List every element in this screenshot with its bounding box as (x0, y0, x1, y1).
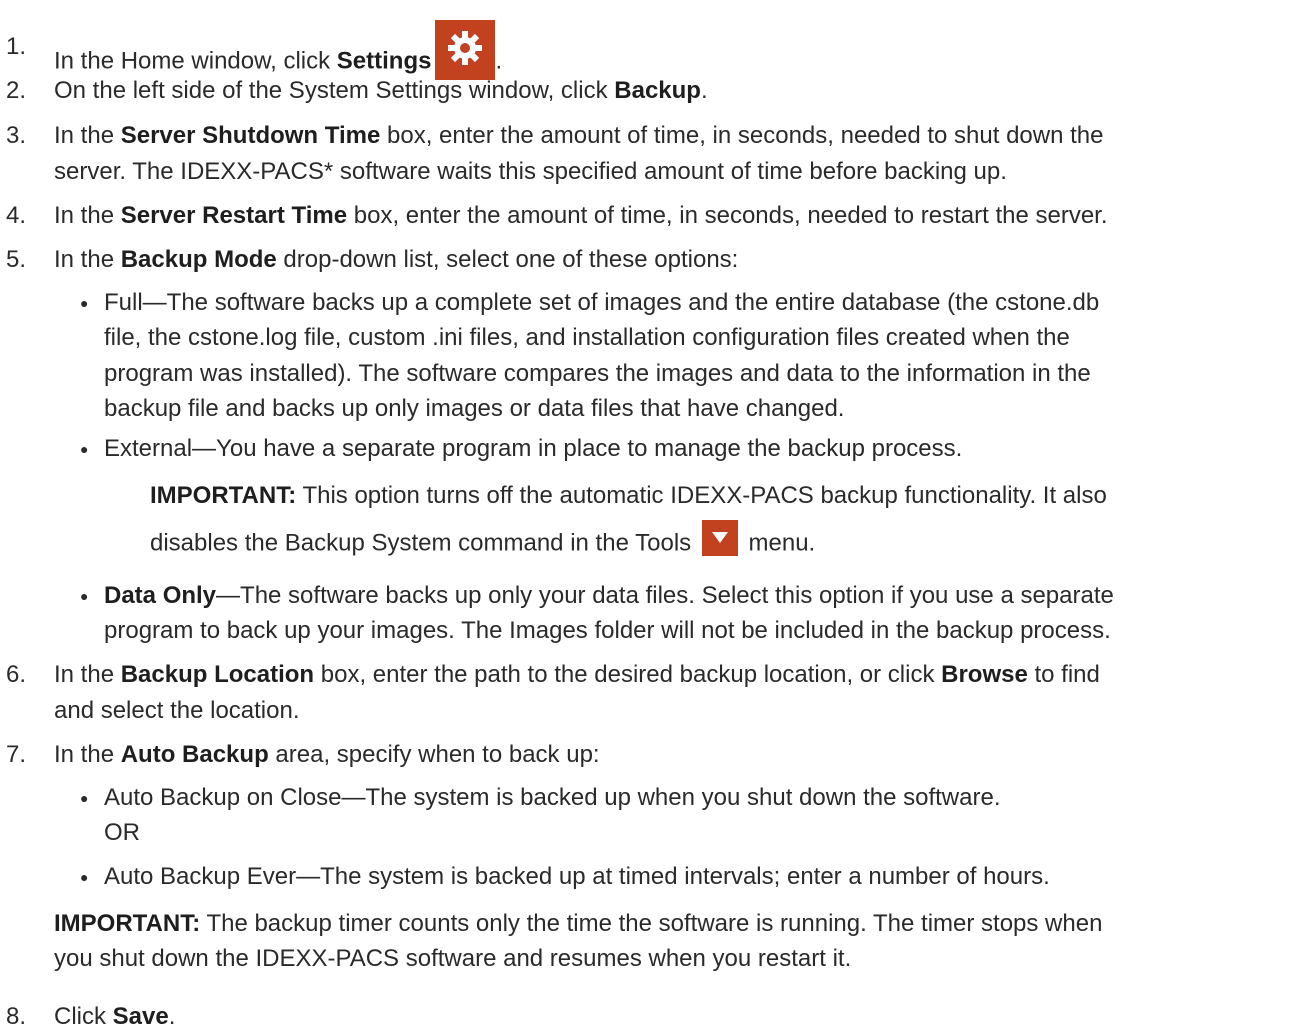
instructions-document: 1. In the Home window, click Settings. 2… (0, 0, 1299, 1034)
gear-icon (435, 20, 496, 80)
settings-label: Settings (336, 47, 432, 75)
chevron-down-icon (701, 520, 738, 556)
bullet-icon: ● (80, 441, 89, 457)
bullet-icon: ● (80, 588, 89, 604)
bullet-icon: ● (80, 869, 89, 885)
step-text: In the Home window, click (54, 47, 337, 75)
bullet-icon: ● (80, 790, 89, 806)
bullet-icon: ● (80, 295, 89, 311)
